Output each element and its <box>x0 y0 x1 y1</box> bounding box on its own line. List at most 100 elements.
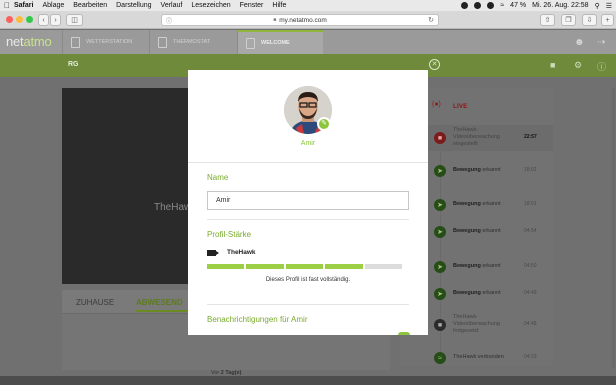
welcome-camera-icon <box>246 37 255 49</box>
timeline-event[interactable]: ≈ TheHawk verbunden 04:23 <box>400 345 553 371</box>
share-button[interactable]: ⇧ <box>540 14 555 26</box>
menubar-status: ≈ 47 % Mi. 26. Aug. 22:58 ⚲ ☰ <box>455 2 612 10</box>
event-text: Bewegung erkannt <box>453 263 519 270</box>
edit-pencil-icon[interactable]: ✎ <box>317 117 331 131</box>
download-icon: ⇩ <box>586 17 593 24</box>
minimize-window-icon[interactable] <box>16 16 23 23</box>
address-bar[interactable]: ⓘ ■ my.netatmo.com ↻ <box>161 14 439 26</box>
menu-ablage[interactable]: Ablage <box>42 2 64 9</box>
thermostat-icon <box>158 36 167 48</box>
lock-icon: ■ <box>273 17 277 23</box>
logo-part-2: atmo <box>23 34 52 49</box>
reader-icon[interactable]: ⓘ <box>166 16 172 25</box>
status-icon-3[interactable] <box>487 2 495 9</box>
tab-wetterstation[interactable]: WETTERSTATION <box>62 30 148 54</box>
close-window-icon[interactable] <box>6 16 13 23</box>
camera-row: TheHawk <box>207 249 256 256</box>
menu-safari[interactable]: Safari <box>14 2 33 9</box>
notification-center-icon[interactable]: ☰ <box>606 2 612 10</box>
menu-lesezeichen[interactable]: Lesezeichen <box>191 2 230 9</box>
menu-darstellung[interactable]: Darstellung <box>116 2 151 9</box>
camera-icon[interactable]: ■ <box>550 60 555 70</box>
menu-verlauf[interactable]: Verlauf <box>161 2 183 9</box>
logo-part-1: net <box>6 34 24 49</box>
app-header: netatmo WETTERSTATION THERMOSTAT WELCOME… <box>0 30 616 54</box>
tab-thermostat[interactable]: THERMOSTAT <box>149 30 236 54</box>
event-time: 04:48 <box>524 321 537 327</box>
tab-abwesend[interactable]: ABWESEND <box>136 298 183 307</box>
motion-icon: ➤ <box>434 199 446 211</box>
event-time: 04:49 <box>524 290 537 296</box>
strength-segment <box>207 264 245 269</box>
plus-icon: + <box>605 16 610 24</box>
motion-icon: ➤ <box>434 261 446 273</box>
bottom-strip <box>0 376 616 385</box>
user-icon[interactable]: ☻ <box>574 37 585 48</box>
forward-button[interactable]: › <box>50 14 61 26</box>
strength-segment <box>364 264 403 269</box>
tab-label: WELCOME <box>261 40 290 46</box>
back-button[interactable]: ‹ <box>38 14 49 26</box>
event-type: Bewegung <box>453 290 481 296</box>
tab-zuhause[interactable]: ZUHAUSE <box>76 298 114 307</box>
strength-segment <box>285 264 324 269</box>
active-tab-underline <box>136 310 188 312</box>
event-type: Bewegung <box>453 263 481 269</box>
help-icon[interactable]: ⓘ <box>597 60 606 73</box>
clock[interactable]: Mi. 26. Aug. 22:58 <box>532 2 588 9</box>
strength-segment <box>246 264 284 269</box>
sidebar-toggle-button[interactable]: ◫ <box>66 14 83 26</box>
event-text: TheHawk verbunden <box>453 354 504 360</box>
share-icon: ⇧ <box>544 17 551 24</box>
apple-menu-icon[interactable]:  <box>4 1 14 10</box>
event-desc: erkannt <box>480 228 501 234</box>
divider <box>207 219 409 220</box>
tab-label: WETTERSTATION <box>86 39 133 45</box>
reload-icon[interactable]: ↻ <box>428 16 434 24</box>
close-icon[interactable]: ✕ <box>429 59 440 70</box>
status-icon-2[interactable] <box>474 2 482 9</box>
strength-segment <box>325 264 363 269</box>
wifi-icon[interactable]: ≈ <box>500 2 504 9</box>
notifications-toggle[interactable] <box>398 332 410 335</box>
spotlight-icon[interactable]: ⚲ <box>595 2 600 10</box>
home-name[interactable]: RG <box>68 61 79 68</box>
menu-hilfe[interactable]: Hilfe <box>272 2 286 9</box>
macos-menubar:  Safari Ablage Bearbeiten Darstellung V… <box>0 0 616 11</box>
profile-strength-label: Profil-Stärke <box>207 230 252 239</box>
url-text: my.netatmo.com <box>279 16 327 24</box>
zoom-window-icon[interactable] <box>26 16 33 23</box>
battery-percent[interactable]: 47 % <box>510 2 526 9</box>
chevron-left-icon: ‹ <box>42 16 45 24</box>
event-desc: erkannt <box>480 201 501 207</box>
event-type: Bewegung <box>453 228 481 234</box>
menu-bearbeiten[interactable]: Bearbeiten <box>73 2 107 9</box>
event-text: TheHawk-Videoüberwachung eingestellt <box>453 127 500 147</box>
name-field[interactable]: Amir <box>207 191 409 210</box>
event-text: Bewegung erkannt <box>453 201 519 208</box>
profile-status: Dieses Profil ist fast vollständig. <box>265 277 351 283</box>
netatmo-logo[interactable]: netatmo <box>6 34 52 49</box>
new-tab-button[interactable]: + <box>601 14 614 26</box>
tabs-overview-button[interactable]: ❐ <box>561 14 576 26</box>
tab-welcome[interactable]: WELCOME <box>237 30 323 54</box>
menu-fenster[interactable]: Fenster <box>240 2 264 9</box>
status-icon-1[interactable] <box>461 2 469 9</box>
gear-icon[interactable]: ⚙ <box>574 60 582 71</box>
downloads-button[interactable]: ⇩ <box>582 14 597 26</box>
event-time: 04:50 <box>524 263 537 269</box>
event-type: Bewegung <box>453 201 481 207</box>
divider <box>188 162 428 163</box>
event-time: 18:02 <box>524 167 537 173</box>
page-scrollbar[interactable] <box>612 88 615 368</box>
event-time: 04:23 <box>524 354 537 360</box>
tabs-icon: ❐ <box>565 17 572 24</box>
event-time: 22:57 <box>524 134 537 140</box>
stop-icon: ■ <box>434 132 446 144</box>
logout-icon[interactable]: ⇢ <box>597 37 605 48</box>
notifications-label: Benachrichtigungen für Amir <box>207 315 308 324</box>
live-label[interactable]: LIVE <box>453 103 467 110</box>
browser-toolbar: ‹ › ◫ ⓘ ■ my.netatmo.com ↻ ⇧ ❐ ⇩ + <box>0 11 616 29</box>
event-time: 18:01 <box>524 201 537 207</box>
wifi-icon: ≈ <box>434 352 446 364</box>
